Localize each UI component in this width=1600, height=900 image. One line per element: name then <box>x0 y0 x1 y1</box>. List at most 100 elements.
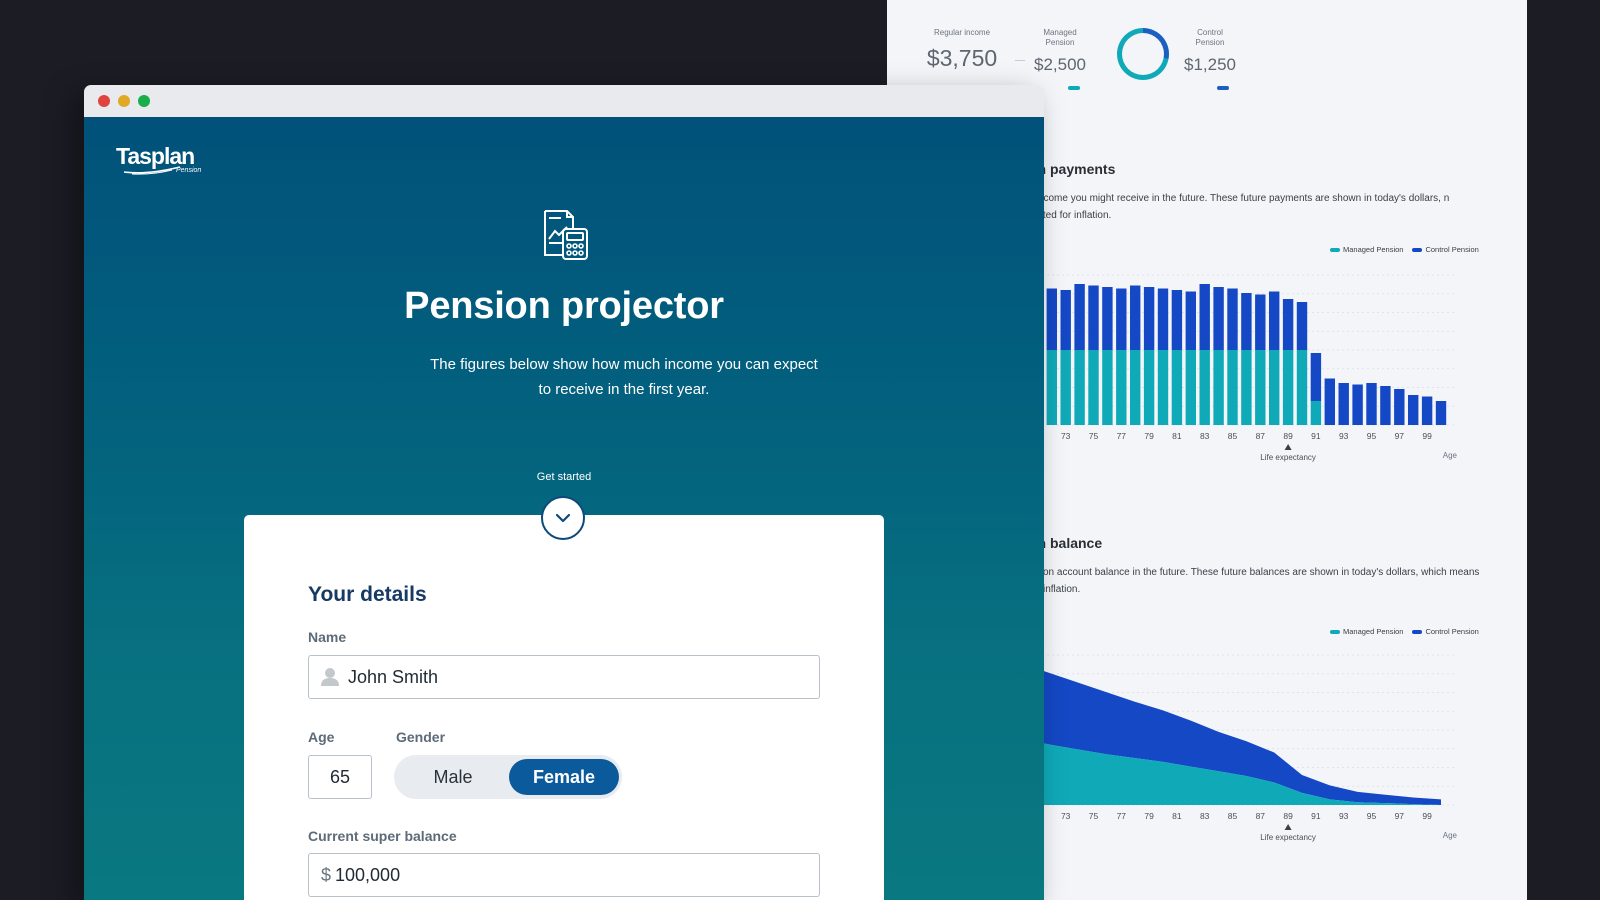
minimize-window-button[interactable] <box>118 95 130 107</box>
x-tick-label: 97 <box>1395 811 1405 821</box>
legend-managed-label: Managed Pension <box>1343 245 1404 254</box>
legend-control: Control Pension <box>1412 245 1479 254</box>
bar-control-pension <box>1269 291 1280 350</box>
maximize-window-button[interactable] <box>138 95 150 107</box>
managed-swatch <box>1068 86 1080 90</box>
payments-description: t of income you might receive in the fut… <box>1019 193 1450 221</box>
super-balance-value: 100,000 <box>335 864 401 885</box>
legend-control-label: Control Pension <box>1425 627 1479 636</box>
bar-managed-pension <box>1269 350 1280 425</box>
age-label: Age <box>308 729 335 745</box>
details-card: Your details Name John Smith Age 65 Gend… <box>244 515 884 900</box>
x-tick-label: 93 <box>1339 431 1349 441</box>
regular-income-value: $3,750 <box>926 45 998 71</box>
x-tick-label: 85 <box>1228 811 1238 821</box>
bar-control-pension <box>1435 401 1447 425</box>
get-started-label: Get started <box>536 471 592 483</box>
x-tick-label: 77 <box>1117 811 1127 821</box>
bar-control-pension <box>1088 285 1099 350</box>
bar-control-pension <box>1394 389 1405 425</box>
name-field[interactable]: John Smith <box>308 655 820 699</box>
control-pension-label: Control Pension <box>1195 28 1225 47</box>
balance-description: on account balance in the future. These … <box>1043 567 1480 595</box>
legend-managed-swatch <box>1330 629 1340 634</box>
bar-managed-pension <box>1088 350 1099 425</box>
bar-control-pension <box>1338 383 1349 425</box>
bar-control-pension <box>1421 396 1433 425</box>
x-tick-label: 95 <box>1367 811 1377 821</box>
x-tick-label: 89 <box>1283 431 1293 441</box>
logo-swoosh-icon <box>123 166 181 175</box>
your-details-heading: Your details <box>308 583 427 606</box>
bar-control-pension <box>1352 384 1363 425</box>
bar-managed-pension <box>1143 350 1155 425</box>
x-tick-label: 81 <box>1172 431 1182 441</box>
bar-control-pension <box>1046 288 1057 350</box>
bar-managed-pension <box>1060 350 1071 425</box>
legend-managed: Managed Pension <box>1330 245 1403 254</box>
x-tick-label: 87 <box>1256 811 1266 821</box>
life-expectancy-marker-icon <box>1284 824 1292 830</box>
bar-managed-pension <box>1102 350 1113 425</box>
x-tick-label: 79 <box>1144 431 1154 441</box>
bar-managed-pension <box>1130 350 1141 425</box>
x-tick-label: 75 <box>1089 431 1099 441</box>
legend-managed-swatch <box>1330 247 1340 252</box>
x-tick-label: 73 <box>1061 431 1071 441</box>
bar-control-pension <box>1060 290 1071 350</box>
x-tick-label: 99 <box>1422 811 1432 821</box>
gender-label: Gender <box>396 729 446 745</box>
bar-control-pension <box>1255 294 1266 350</box>
payments-legend: Managed Pension Control Pension <box>1330 245 1479 254</box>
x-tick-label: 83 <box>1200 811 1210 821</box>
bar-control-pension <box>1241 293 1252 350</box>
bar-managed-pension <box>1310 401 1322 425</box>
bar-control-pension <box>1102 287 1113 350</box>
x-tick-label: 91 <box>1311 811 1321 821</box>
bar-control-pension <box>1408 395 1419 425</box>
legend-control-swatch <box>1412 629 1423 634</box>
close-window-button[interactable] <box>98 95 110 107</box>
name-label: Name <box>308 629 347 645</box>
bar-managed-pension <box>1157 350 1169 425</box>
legend-control-label: Control Pension <box>1425 245 1479 254</box>
x-axis-label: Age <box>1443 451 1458 460</box>
tasplan-logo[interactable]: Tasplan Pension <box>116 143 201 175</box>
currency-prefix: $ <box>321 864 332 885</box>
x-tick-label: 93 <box>1339 811 1349 821</box>
user-icon <box>321 668 339 686</box>
bar-managed-pension <box>1074 350 1085 425</box>
bar-control-pension <box>1116 288 1127 350</box>
bar-control-pension <box>1143 287 1155 350</box>
bar-control-pension <box>1310 353 1322 401</box>
x-tick-label: 79 <box>1144 811 1154 821</box>
gender-option-male[interactable]: Male <box>398 759 508 795</box>
calculator-report-icon <box>544 210 588 260</box>
pension-projector-app: Tasplan Pension Pension projector The fi… <box>84 117 1044 900</box>
x-tick-label: 89 <box>1283 811 1293 821</box>
age-field[interactable]: 65 <box>308 755 372 799</box>
gender-toggle[interactable]: Male Female <box>394 755 622 799</box>
bar-control-pension <box>1074 284 1085 350</box>
bar-control-pension <box>1296 302 1308 350</box>
super-balance-field[interactable]: $ 100,000 <box>308 853 820 897</box>
page-subtitle: The figures below show how much income y… <box>430 356 818 398</box>
name-value: John Smith <box>348 666 439 687</box>
x-tick-label: 85 <box>1228 431 1238 441</box>
x-tick-label: 91 <box>1311 431 1321 441</box>
x-tick-label: 75 <box>1089 811 1099 821</box>
bar-managed-pension <box>1185 350 1196 425</box>
bar-control-pension <box>1171 290 1183 350</box>
x-tick-label: 77 <box>1117 431 1127 441</box>
x-axis-label: Age <box>1443 831 1458 840</box>
bar-control-pension <box>1282 299 1294 350</box>
bar-managed-pension <box>1171 350 1183 425</box>
bar-managed-pension <box>1282 350 1294 425</box>
gender-option-female[interactable]: Female <box>509 759 619 795</box>
managed-pension-value: $2,500 <box>1034 55 1086 74</box>
window-titlebar <box>84 85 1044 117</box>
income-split-donut <box>1117 28 1169 80</box>
x-tick-label: 99 <box>1422 431 1432 441</box>
get-started-button[interactable] <box>541 496 585 540</box>
bar-control-pension <box>1130 285 1141 350</box>
